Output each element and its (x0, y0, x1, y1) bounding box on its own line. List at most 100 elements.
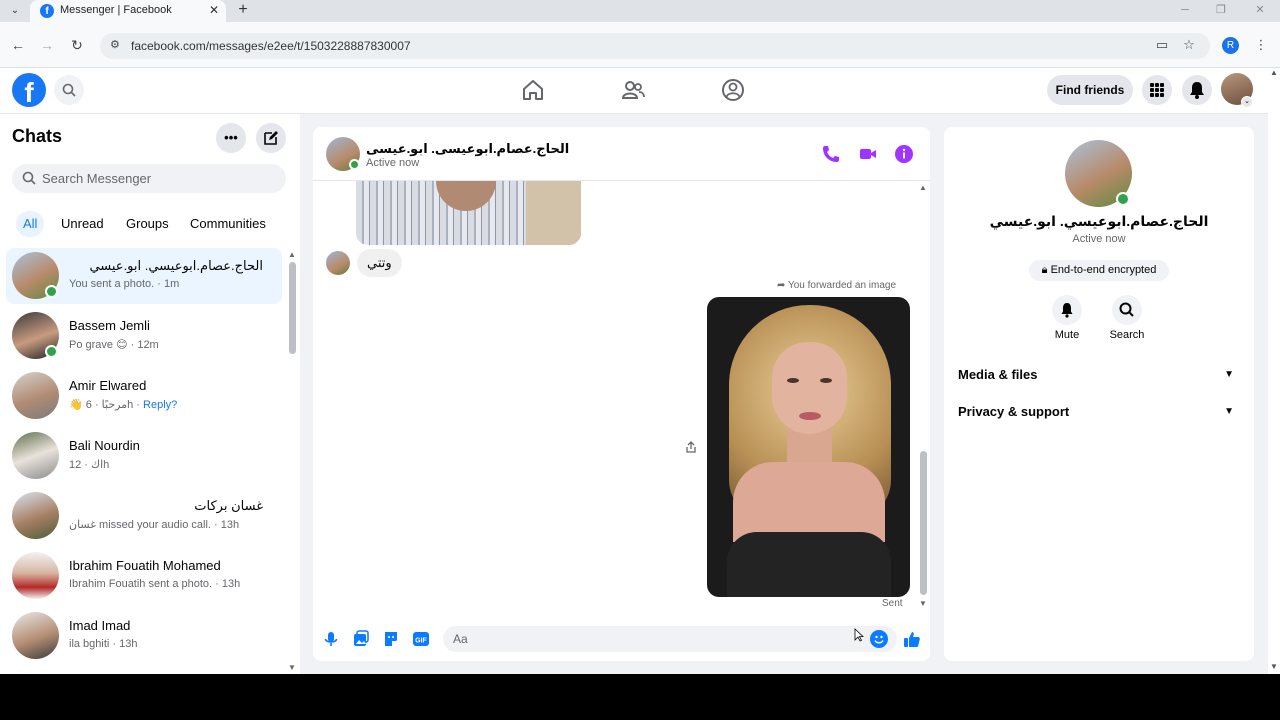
conversation-scrollbar-thumb[interactable] (920, 451, 927, 595)
chat-preview: ila bghiti · 13h (69, 638, 138, 650)
scroll-up-arrow-icon[interactable]: ▲ (1270, 68, 1278, 77)
received-message[interactable]: وتتي (357, 249, 402, 277)
forwarded-text: You forwarded an image (787, 280, 897, 291)
scroll-down-arrow-icon[interactable]: ▼ (1270, 662, 1278, 671)
encryption-badge[interactable]: 🔒︎ End-to-end encrypted (1029, 260, 1169, 281)
install-app-icon[interactable]: ▭ (1153, 36, 1171, 54)
mute-button[interactable] (1052, 295, 1082, 325)
contact-details-panel: الحاج.عصام.ابوعيسي. ابو.عيسي Active now … (944, 127, 1254, 661)
sidebar-scrollbar-thumb[interactable] (289, 262, 296, 354)
chats-title: Chats (12, 126, 63, 146)
conversation-scroll-down-icon[interactable]: ▼ (919, 599, 927, 608)
avatar (12, 432, 59, 479)
avatar (12, 612, 59, 659)
chat-item[interactable]: الحاج.عصام.ابوعيسي. ابو.عيسي You sent a … (6, 248, 282, 304)
url-text[interactable]: facebook.com/messages/e2ee/t/15032288878… (131, 39, 411, 53)
browser-tab[interactable]: f Messenger | Facebook ✕ (30, 0, 226, 22)
voice-clip-icon[interactable] (322, 630, 340, 648)
chat-item[interactable]: Ibrahim Fouatih Mohamed Ibrahim Fouatih … (6, 548, 282, 604)
browser-menu-icon[interactable]: ⋮ (1252, 36, 1270, 54)
conversation-scroll-up-icon[interactable]: ▲ (919, 183, 927, 192)
menu-grid-icon[interactable] (1142, 75, 1172, 105)
groups-icon[interactable] (720, 77, 746, 103)
search-messenger-input[interactable]: Search Messenger (12, 164, 286, 193)
message-input[interactable]: Aa (443, 626, 897, 652)
sidebar-scroll-down-icon[interactable]: ▼ (288, 663, 296, 672)
friends-icon[interactable] (620, 77, 646, 103)
media-files-label: Media & files (958, 367, 1038, 382)
forward-icon[interactable]: → (38, 36, 56, 54)
avatar (12, 492, 59, 539)
tab-list-icon[interactable]: ⌄ (6, 3, 24, 19)
media-files-section[interactable]: Media & files ▼ (958, 363, 1240, 387)
page-scrollbar[interactable]: ▲ ▼ (1268, 68, 1280, 674)
black-bottom-bar (0, 674, 1280, 720)
chat-name: Ibrahim Fouatih Mohamed (69, 558, 221, 573)
browser-tab-bar: ⌄ f Messenger | Facebook ✕ + ─ ❐ ✕ (0, 0, 1280, 22)
chat-preview-text: 👋 مرحبًا · 6h · (69, 399, 144, 411)
filter-unread[interactable]: Unread (61, 211, 104, 237)
sent-photo-message[interactable] (707, 297, 910, 597)
emoji-icon[interactable] (870, 630, 888, 648)
chat-preview: You sent a photo. · 1m (69, 278, 180, 290)
thumbs-up-icon[interactable] (903, 630, 921, 648)
search-conversation-button[interactable] (1112, 295, 1142, 325)
sticker-icon[interactable] (382, 630, 400, 648)
online-indicator (349, 159, 360, 170)
attach-photo-icon[interactable] (352, 630, 370, 648)
url-bar[interactable]: ⚙ facebook.com/messages/e2ee/t/150322888… (100, 33, 1210, 59)
mute-label: Mute (1054, 329, 1080, 341)
online-indicator (1116, 192, 1130, 206)
find-friends-button[interactable]: Find friends (1047, 75, 1133, 105)
facebook-search-icon[interactable] (54, 75, 84, 105)
close-window-icon[interactable]: ✕ (1251, 2, 1269, 18)
video-call-icon[interactable] (858, 144, 878, 164)
chat-name: Bali Nourdin (69, 438, 140, 453)
previous-photo-message[interactable] (356, 181, 581, 245)
search-icon (1119, 302, 1134, 317)
chat-item[interactable]: غسان بركات غسان missed your audio call. … (6, 488, 282, 544)
new-tab-button[interactable]: + (234, 1, 252, 19)
filter-communities[interactable]: Communities (190, 211, 266, 237)
chats-sidebar: Chats ••• Search Messenger All Unread Gr… (0, 114, 300, 674)
info-icon[interactable] (894, 144, 914, 164)
chat-name: Imad Imad (69, 618, 131, 633)
chat-item[interactable]: Bassem Jemli Po grave 😊 · 12m (6, 308, 282, 364)
share-icon[interactable] (684, 440, 698, 454)
tab-close-icon[interactable]: ✕ (206, 2, 222, 18)
minimize-icon[interactable]: ─ (1176, 2, 1194, 18)
online-indicator (45, 285, 58, 298)
audio-call-icon[interactable] (821, 144, 841, 164)
sidebar-scroll-up-icon[interactable]: ▲ (288, 250, 296, 259)
account-caret-icon[interactable]: ⌄ (1241, 96, 1253, 108)
mouse-cursor-icon (854, 628, 864, 642)
chat-item[interactable]: Bali Nourdin اك · 12h (6, 428, 282, 484)
chat-item[interactable]: Amir Elwared 👋 مرحبًا · 6h · Reply? (6, 368, 282, 424)
contact-name[interactable]: الحاج.عصام.ابوعيسى. ابو.عيسى (366, 141, 569, 157)
filter-groups[interactable]: Groups (126, 211, 169, 237)
chevron-down-icon: ▼ (1224, 369, 1234, 380)
contact-profile-name[interactable]: الحاج.عصام.ابوعيسي. ابو.عيسي (944, 213, 1254, 230)
chat-name: غسان بركات (194, 498, 263, 513)
avatar (12, 372, 59, 419)
notifications-bell-icon[interactable] (1182, 75, 1212, 105)
chat-name: الحاج.عصام.ابوعيسي. ابو.عيسي (89, 258, 263, 273)
back-icon[interactable]: ← (9, 36, 27, 54)
reload-icon[interactable]: ↻ (68, 36, 86, 54)
home-icon[interactable] (520, 77, 546, 103)
chat-list: الحاج.عصام.ابوعيسي. ابو.عيسي You sent a … (6, 248, 282, 668)
site-info-icon[interactable]: ⚙ (110, 38, 120, 51)
chat-item[interactable]: Imad Imad ila bghiti · 13h (6, 608, 282, 664)
restore-icon[interactable]: ❐ (1212, 2, 1230, 18)
bookmark-star-icon[interactable]: ☆ (1180, 36, 1198, 54)
new-message-button[interactable] (256, 123, 286, 153)
chat-preview: اك · 12h (69, 459, 110, 471)
privacy-support-section[interactable]: Privacy & support ▼ (958, 400, 1240, 424)
filter-all[interactable]: All (16, 211, 45, 237)
browser-profile-avatar[interactable]: R (1222, 37, 1239, 54)
reply-link[interactable]: Reply? (143, 399, 177, 411)
gif-icon[interactable]: GIF (412, 630, 430, 648)
lock-icon: 🔒︎ (1041, 264, 1051, 276)
chats-options-button[interactable]: ••• (216, 123, 246, 153)
facebook-logo[interactable]: f (12, 73, 46, 107)
